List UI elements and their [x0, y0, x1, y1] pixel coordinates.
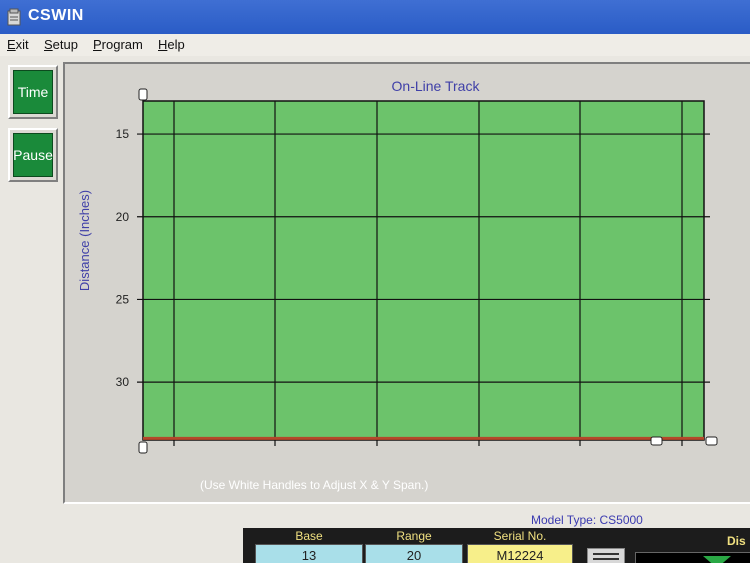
- online-track-chart: 15 20 25 30 On-Line Track Distance (Inches): [77, 78, 718, 454]
- y-tick-label-20: 20: [116, 210, 130, 224]
- menu-bar: Exit Setup Program Help: [0, 34, 750, 56]
- range-field[interactable]: 20: [365, 544, 463, 563]
- equalizer-icon[interactable]: [587, 548, 625, 563]
- model-type-label: Model Type: CS5000: [531, 513, 643, 527]
- y-tick-label-15: 15: [116, 127, 130, 141]
- menu-program[interactable]: Program: [93, 37, 143, 52]
- chart-title: On-Line Track: [392, 78, 481, 94]
- range-label: Range: [396, 529, 432, 543]
- plot-area: [142, 100, 705, 441]
- serial-field[interactable]: M12224: [467, 544, 573, 563]
- window-title: CSWIN: [28, 7, 84, 24]
- x-span-handle-left[interactable]: [650, 436, 663, 446]
- distance-label: Dis: [727, 534, 746, 548]
- menu-help[interactable]: Help: [158, 37, 185, 52]
- serial-label: Serial No.: [493, 529, 547, 543]
- handle-hint: (Use White Handles to Adjust X & Y Span.…: [200, 478, 429, 492]
- pause-button[interactable]: Pause: [8, 128, 58, 182]
- pause-button-label: Pause: [13, 133, 53, 177]
- menu-exit[interactable]: Exit: [7, 37, 29, 52]
- status-panel: Base 13 Range 20 Serial No. M12224 Dis: [243, 528, 750, 563]
- time-button-label: Time: [13, 70, 53, 114]
- title-bar: CSWIN: [0, 0, 750, 34]
- distance-display: [635, 552, 750, 563]
- y-axis-label: Distance (Inches): [77, 190, 92, 291]
- y-tick-label-30: 30: [116, 375, 130, 389]
- base-field[interactable]: 13: [255, 544, 363, 563]
- y-top-handle[interactable]: [138, 88, 148, 101]
- base-label: Base: [295, 529, 323, 543]
- menu-setup[interactable]: Setup: [44, 37, 78, 52]
- app-icon: [7, 8, 21, 26]
- time-button[interactable]: Time: [8, 65, 58, 119]
- y-bottom-handle[interactable]: [138, 441, 148, 454]
- x-span-handle-right[interactable]: [705, 436, 718, 446]
- arrow-down-icon: [703, 556, 731, 563]
- y-tick-label-25: 25: [116, 292, 130, 306]
- chart-panel: 15 20 25 30 On-Line Track Distance (Inches): [63, 62, 750, 504]
